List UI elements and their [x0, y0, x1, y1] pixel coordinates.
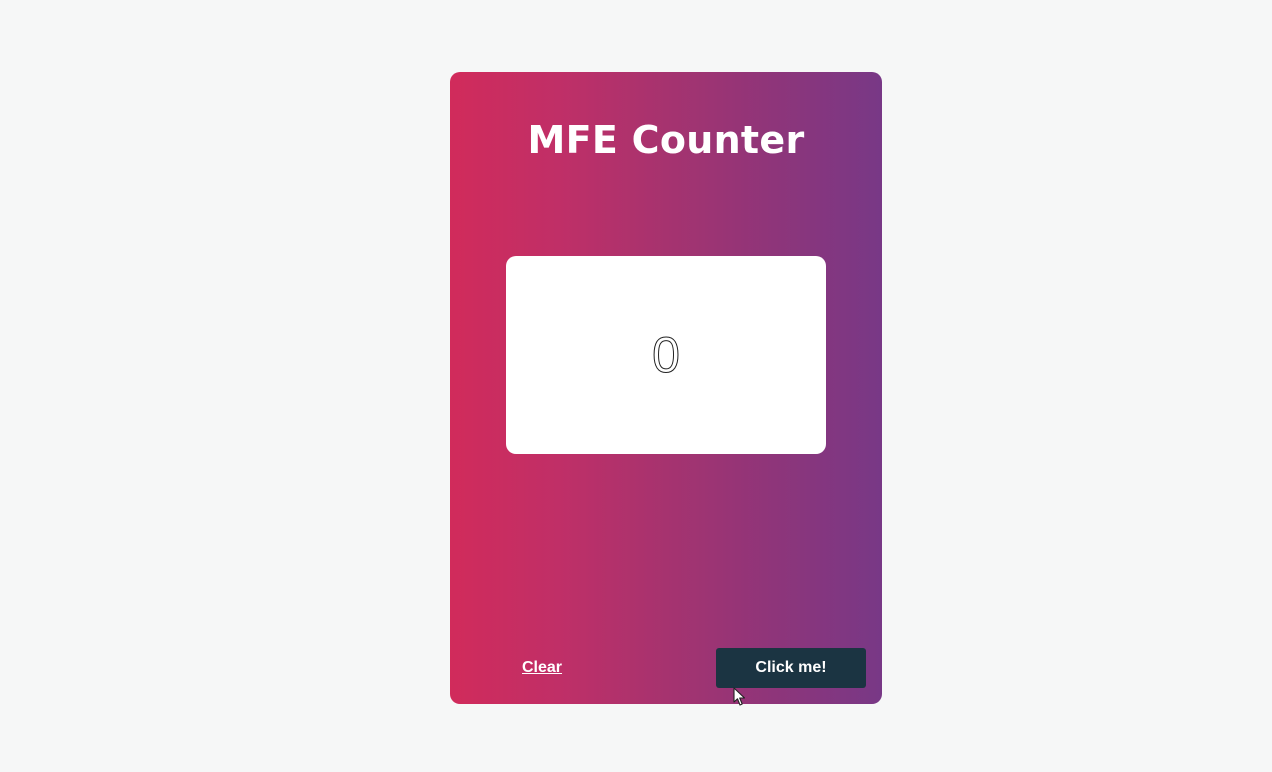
counter-card: MFE Counter 0 Clear Click me! [450, 72, 882, 704]
clear-link[interactable]: Clear [522, 657, 562, 679]
counter-display: 0 [506, 256, 826, 454]
click-me-button[interactable]: Click me! [716, 648, 866, 688]
counter-value: 0 [652, 327, 681, 384]
page: MFE Counter 0 Clear Click me! [0, 0, 1272, 772]
page-title: MFE Counter [527, 118, 805, 162]
mouse-pointer-icon [733, 687, 746, 706]
